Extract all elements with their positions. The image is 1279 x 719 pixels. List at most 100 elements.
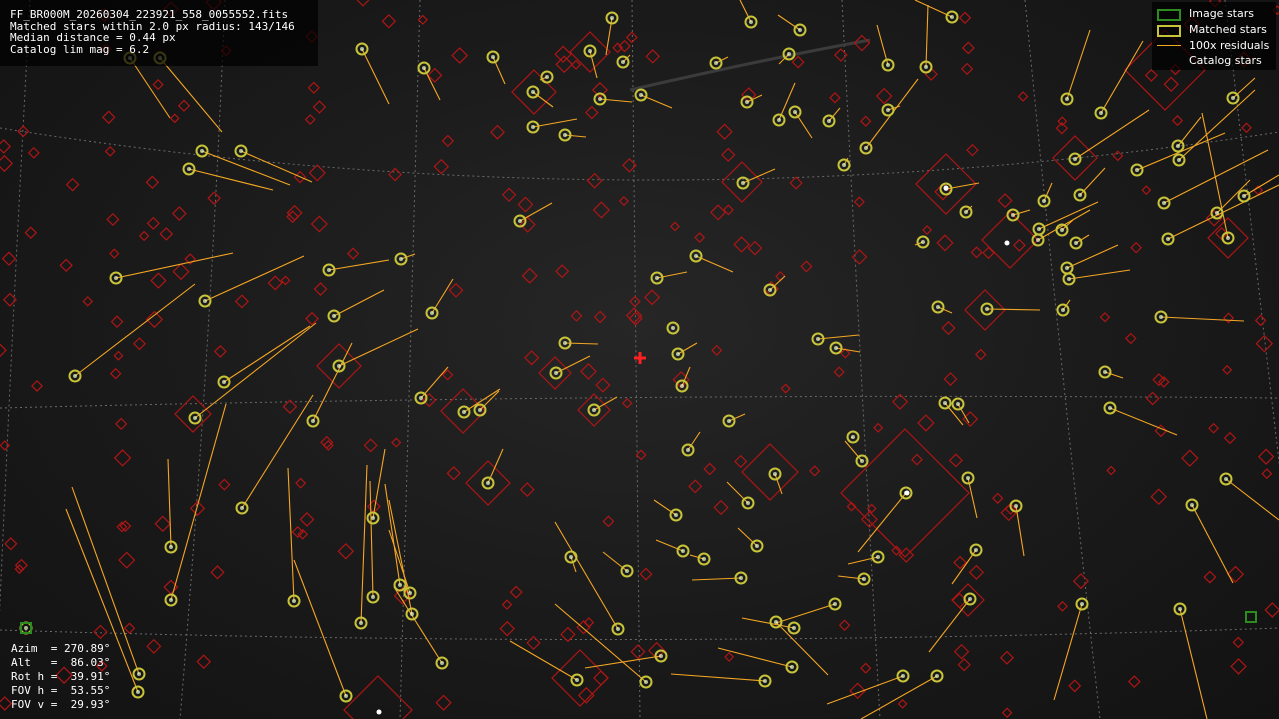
bright-star (376, 709, 382, 715)
star-core (1036, 238, 1040, 242)
catalog-star-marker (305, 311, 319, 326)
residual-line (826, 675, 904, 705)
legend: Image stars Matched stars 100x residuals… (1152, 2, 1276, 70)
residual-line (777, 14, 801, 31)
residual-line (691, 577, 742, 581)
catalog-star-marker (213, 344, 227, 358)
star-core (787, 52, 791, 56)
catalog-star-marker (177, 99, 191, 112)
catalog-star-marker (218, 478, 231, 491)
residual-line (167, 458, 172, 548)
star-core (1176, 144, 1180, 148)
residual-line (223, 325, 311, 383)
catalog-star-marker (1163, 76, 1179, 92)
residual-line (492, 56, 506, 85)
catalog-star-marker (313, 282, 328, 296)
star-core (491, 55, 495, 59)
star-core (985, 307, 989, 311)
catalog-star-marker (943, 372, 958, 387)
catalog-star-marker (800, 260, 813, 273)
legend-catalog-stars: Catalog stars (1156, 53, 1262, 68)
catalog-star-marker (897, 699, 908, 709)
residual-line (689, 554, 705, 560)
star-core (1177, 158, 1181, 162)
star-core (790, 665, 794, 669)
star-core (774, 620, 778, 624)
catalog-star-marker (1017, 91, 1029, 102)
star-core (554, 371, 558, 375)
catalog-star-marker (280, 275, 291, 286)
catalog-star-marker (997, 193, 1013, 209)
star-core (798, 28, 802, 32)
star-core (686, 448, 690, 452)
star-core (943, 401, 947, 405)
star-core (833, 602, 837, 606)
catalog-star-marker (526, 635, 541, 651)
residual-line (1068, 269, 1131, 280)
catalog-star-swatch (1156, 55, 1182, 67)
star-core (644, 680, 648, 684)
catalog-star-marker (577, 686, 595, 704)
residual-line (687, 431, 701, 451)
azimuth-readout: Azim = 270.89° (11, 642, 111, 655)
catalog-star-marker (645, 49, 661, 64)
residual-line (1167, 184, 1279, 240)
residual-swatch (1156, 40, 1182, 52)
star-core (639, 93, 643, 97)
star-core (1078, 193, 1082, 197)
catalog-star-marker (433, 158, 450, 175)
residual-line (159, 57, 223, 133)
catalog-star-marker (1230, 658, 1247, 675)
star-core (371, 595, 375, 599)
image-star-swatch (1156, 8, 1182, 21)
star-core (974, 548, 978, 552)
star-core (24, 626, 28, 630)
star-field-plot[interactable] (0, 0, 1279, 719)
residual-line (844, 440, 863, 462)
residual-line (393, 586, 443, 664)
star-core (292, 599, 296, 603)
star-core (575, 678, 579, 682)
residual-line (1232, 77, 1256, 99)
catalog-star-marker (1241, 122, 1252, 134)
catalog-star-marker (509, 585, 523, 599)
catalog-star-marker (521, 267, 538, 284)
residual-line (170, 403, 227, 601)
catalog-star-marker (964, 289, 1006, 331)
star-core (1226, 236, 1230, 240)
catalog-star-marker (31, 380, 44, 392)
catalog-star-marker (113, 449, 132, 467)
star-core (741, 181, 745, 185)
catalog-star-marker (922, 225, 933, 236)
residual-line (188, 168, 274, 191)
star-core (1073, 157, 1077, 161)
catalog-star-marker (966, 143, 979, 157)
catalog-star-marker (960, 62, 974, 76)
grid-line (0, 0, 31, 614)
fov-h-readout: FOV h = 53.55° (11, 684, 111, 697)
catalog-star-marker (1226, 565, 1245, 583)
residual-line (1225, 478, 1279, 521)
catalog-star-marker (59, 258, 73, 273)
star-core (862, 577, 866, 581)
catalog-star-marker (851, 249, 868, 265)
star-core (563, 341, 567, 345)
catalog-star-marker (570, 59, 582, 70)
star-core (588, 49, 592, 53)
residual-line (312, 342, 353, 422)
star-core (968, 597, 972, 601)
catalog-star-marker (951, 583, 985, 617)
catalog-star-marker (775, 271, 786, 282)
catalog-star-marker (448, 282, 464, 298)
catalog-star-marker (953, 643, 970, 660)
star-core (311, 419, 315, 423)
catalog-star-marker (1223, 312, 1235, 324)
catalog-star-marker (936, 234, 954, 252)
residual-line (384, 483, 401, 586)
legend-image-label: Image stars (1189, 7, 1254, 20)
star-core (1178, 607, 1182, 611)
catalog-star-marker (172, 263, 190, 281)
catalog-star-marker (669, 221, 680, 232)
residual-line (360, 464, 368, 624)
star-core (851, 435, 855, 439)
